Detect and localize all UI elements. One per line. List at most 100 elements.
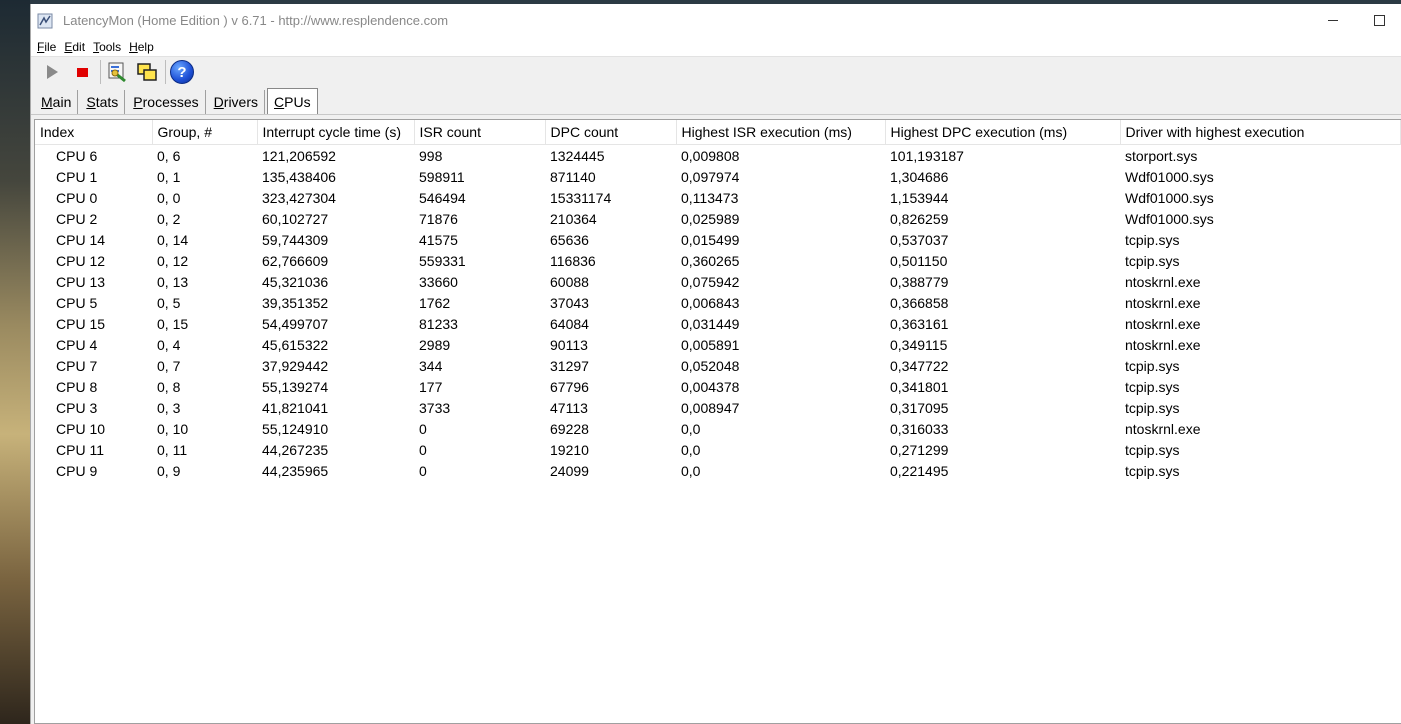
table-row[interactable]: CPU 0 0, 0 323,427304 546494 15331174 0,11347…	[35, 187, 1400, 208]
cpu-panel: Index Group, # Interrupt cycle time (s) ISR…	[31, 115, 1401, 724]
table-cell: 0, 7	[157, 357, 181, 374]
table-cell: tcpip.sys	[1125, 231, 1180, 248]
table-cell: 0,015499	[681, 231, 740, 248]
column-header[interactable]: Driver with highest execution	[1120, 120, 1401, 145]
table-cell: 0,075942	[681, 273, 740, 290]
table-cell: storport.sys	[1125, 147, 1198, 164]
column-header[interactable]: ISR count	[414, 120, 546, 145]
menu-edit[interactable]: Edit	[64, 40, 85, 54]
tab-label: Main	[41, 94, 72, 110]
table-cell: tcpip.sys	[1125, 399, 1180, 416]
table-cell: 65636	[550, 231, 589, 248]
table-cell: tcpip.sys	[1125, 462, 1180, 479]
table-cell: 0,388779	[890, 273, 949, 290]
column-header[interactable]: Group, #	[152, 120, 258, 145]
table-cell: CPU 2	[56, 210, 98, 227]
table-cell: 0,826259	[890, 210, 949, 227]
table-cell: 598911	[419, 168, 465, 185]
table-cell: ntoskrnl.exe	[1125, 420, 1201, 437]
column-header[interactable]: Interrupt cycle time (s)	[257, 120, 415, 145]
table-cell: 1,304686	[890, 168, 949, 185]
menu-tools[interactable]: Tools	[93, 40, 121, 54]
table-cell: 0,097974	[681, 168, 740, 185]
table-cell: 71876	[419, 210, 458, 227]
tab-label: Processes	[133, 94, 199, 110]
table-cell: 0, 12	[157, 252, 189, 269]
windows-button[interactable]	[134, 59, 160, 85]
table-cell: 0	[419, 462, 427, 479]
maximize-icon	[1373, 15, 1385, 26]
table-row[interactable]: CPU 1 0, 1 135,438406 598911 871140 0,097974 1…	[35, 166, 1400, 187]
table-cell: CPU 8	[56, 378, 98, 395]
column-header[interactable]: Index	[35, 120, 153, 145]
table-cell: 60088	[550, 273, 589, 290]
minimize-icon	[1328, 20, 1338, 21]
table-row[interactable]: CPU 3 0, 3 41,821041 3733 47113 0,008947 0,317…	[35, 397, 1400, 418]
windows-icon	[137, 63, 157, 81]
table-row[interactable]: CPU 5 0, 5 39,351352 1762 37043 0,006843 0,366…	[35, 292, 1400, 313]
table-cell: 1324445	[550, 147, 605, 164]
table-cell: 37043	[550, 294, 589, 311]
table-cell: 323,427304	[262, 189, 336, 206]
cpu-table-container[interactable]: Index Group, # Interrupt cycle time (s) ISR…	[34, 119, 1401, 724]
column-header[interactable]: Highest ISR execution (ms)	[676, 120, 886, 145]
tab-stats[interactable]: Stats	[80, 90, 126, 114]
table-row[interactable]: CPU 12 0, 12 62,766609 559331 116836 0,360265…	[35, 250, 1400, 271]
stop-button[interactable]	[69, 59, 95, 85]
table-cell: 0, 9	[157, 462, 181, 479]
cpu-table: Index Group, # Interrupt cycle time (s) ISR…	[35, 120, 1401, 481]
minimize-button[interactable]	[1310, 4, 1356, 37]
maximize-button[interactable]	[1356, 4, 1401, 37]
table-row[interactable]: CPU 2 0, 2 60,102727 71876 210364 0,025989 0,8…	[35, 208, 1400, 229]
table-cell: 0, 11	[157, 441, 188, 458]
table-cell: 55,124910	[262, 420, 329, 437]
window-title: LatencyMon (Home Edition ) v 6.71 - http…	[63, 13, 449, 28]
table-row[interactable]: CPU 8 0, 8 55,139274 177 67796 0,004378 0,3418…	[35, 376, 1400, 397]
column-header[interactable]: DPC count	[545, 120, 677, 145]
report-icon	[108, 62, 126, 83]
column-header[interactable]: Highest DPC execution (ms)	[885, 120, 1121, 145]
menu-help[interactable]: Help	[129, 40, 154, 54]
menu-file[interactable]: File	[37, 40, 56, 54]
table-cell: CPU 0	[56, 189, 98, 206]
help-button[interactable]: ?	[169, 59, 195, 85]
table-cell: 1,153944	[890, 189, 949, 206]
table-cell: 64084	[550, 315, 589, 332]
table-cell: CPU 9	[56, 462, 98, 479]
table-cell: 0,025989	[681, 210, 740, 227]
table-cell: 101,193187	[890, 147, 964, 164]
table-cell: 47113	[550, 399, 588, 416]
table-cell: 2989	[419, 336, 451, 353]
table-cell: 0,006843	[681, 294, 740, 311]
table-row[interactable]: CPU 10 0, 10 55,124910 0 69228 0,0 0,316033 nto…	[35, 418, 1400, 439]
tab-main[interactable]: Main	[35, 90, 79, 114]
table-cell: 0, 14	[157, 231, 189, 248]
table-cell: 3733	[419, 399, 451, 416]
table-row[interactable]: CPU 7 0, 7 37,929442 344 31297 0,052048 0,3477…	[35, 355, 1400, 376]
table-row[interactable]: CPU 6 0, 6 121,206592 998 1324445 0,009808 101…	[35, 145, 1400, 167]
table-cell: 0,317095	[890, 399, 949, 416]
table-cell: 0,005891	[681, 336, 740, 353]
table-row[interactable]: CPU 15 0, 15 54,499707 81233 64084 0,031449 0,…	[35, 313, 1400, 334]
table-row[interactable]: CPU 4 0, 4 45,615322 2989 90113 0,005891 0,349…	[35, 334, 1400, 355]
table-cell: 559331	[419, 252, 466, 269]
toolbar: ?	[31, 57, 1401, 87]
table-cell: tcpip.sys	[1125, 357, 1180, 374]
table-cell: 0,031449	[681, 315, 740, 332]
table-cell: 0, 5	[157, 294, 181, 311]
table-cell: 41575	[419, 231, 458, 248]
table-row[interactable]: CPU 13 0, 13 45,321036 33660 60088 0,075942 0,…	[35, 271, 1400, 292]
tab-drivers[interactable]: Drivers	[208, 90, 266, 114]
table-cell: 0,341801	[890, 378, 949, 395]
start-button[interactable]	[39, 59, 65, 85]
report-button[interactable]	[104, 59, 130, 85]
tab-processes[interactable]: Processes	[127, 90, 206, 114]
table-row[interactable]: CPU 11 0, 11 44,267235 0 19210 0,0 0,271299 tcp…	[35, 439, 1400, 460]
stop-icon	[76, 67, 88, 77]
table-cell: 0, 0	[157, 189, 181, 206]
table-row[interactable]: CPU 9 0, 9 44,235965 0 24099 0,0 0,221495 tcpip…	[35, 460, 1400, 481]
tab-cpus[interactable]: CPUs	[267, 88, 318, 114]
table-row[interactable]: CPU 14 0, 14 59,744309 41575 65636 0,015499 0,…	[35, 229, 1400, 250]
tab-label: Drivers	[213, 94, 259, 110]
table-cell: 24099	[550, 462, 589, 479]
